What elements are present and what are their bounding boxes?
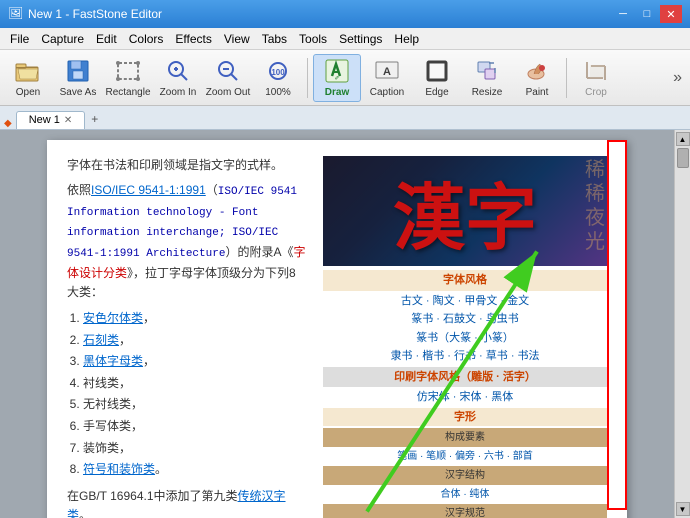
zoom-out-button[interactable]: Zoom Out xyxy=(204,54,252,102)
struct-header: 汉字结构 xyxy=(323,466,607,485)
scroll-thumb[interactable] xyxy=(677,148,689,168)
menu-view[interactable]: View xyxy=(218,30,256,48)
menu-settings[interactable]: Settings xyxy=(333,30,388,48)
toolbar: Open Save As Rectangle xyxy=(0,50,690,106)
zoom-100-button[interactable]: 100 100% xyxy=(254,54,302,102)
right-column: 稀稀夜光 漢字 字体风格 古文 · 陶文 · 甲骨文 · 金文 篆书 · 石鼓文… xyxy=(323,156,607,518)
intro-text: 字体在书法和印刷领域是指文字的式样。 xyxy=(67,156,307,175)
struct-items: 合体 · 纯体 xyxy=(323,487,607,502)
tab-close-icon[interactable]: ✕ xyxy=(64,115,72,126)
style-row3: 篆书（大篆 · 小篆） xyxy=(323,330,607,347)
menu-file[interactable]: File xyxy=(4,30,35,48)
shape-title: 字形 xyxy=(323,408,607,427)
scroll-down-button[interactable]: ▼ xyxy=(676,502,690,516)
hanzi-image: 稀稀夜光 漢字 xyxy=(323,156,607,266)
draw-button[interactable]: ✐ Draw xyxy=(313,54,361,102)
style-row1: 古文 · 陶文 · 甲骨文 · 金文 xyxy=(323,293,607,310)
zoom-in-button[interactable]: Zoom In xyxy=(154,54,202,102)
rectangle-button[interactable]: Rectangle xyxy=(104,54,152,102)
crop-button[interactable]: Crop xyxy=(572,54,620,102)
document: 字体在书法和印刷领域是指文字的式样。 依照ISO/IEC 9541-1:1991… xyxy=(47,140,627,518)
vertical-scrollbar[interactable]: ▲ ▼ xyxy=(674,130,690,518)
toolbar-overflow[interactable]: » xyxy=(669,69,686,87)
svg-text:100: 100 xyxy=(271,68,285,77)
compose-items: 笔画 · 笔顺 · 偏旁 · 六书 · 部首 xyxy=(323,449,607,464)
tab-diamond: ◆ xyxy=(4,118,12,129)
tab-label: New 1 xyxy=(29,114,60,126)
text-column: 字体在书法和印刷领域是指文字的式样。 依照ISO/IEC 9541-1:1991… xyxy=(67,156,307,518)
hanzi-panel: 字体风格 古文 · 陶文 · 甲骨文 · 金文 篆书 · 石鼓文 · 鸟虫书 篆… xyxy=(323,270,607,518)
open-button[interactable]: Open xyxy=(4,54,52,102)
menu-tools[interactable]: Tools xyxy=(293,30,333,48)
menu-edit[interactable]: Edit xyxy=(90,30,123,48)
edge-button[interactable]: Edge xyxy=(413,54,461,102)
resize-button[interactable]: Resize xyxy=(463,54,511,102)
maximize-button[interactable]: □ xyxy=(636,5,658,23)
svg-text:A: A xyxy=(383,66,391,78)
footer-text: 在GB/T 16964.1中添加了第九类传统汉字类。 xyxy=(67,487,307,518)
scroll-up-button[interactable]: ▲ xyxy=(676,132,690,146)
print-style-items: 仿宋体 · 宋体 · 黑体 xyxy=(323,389,607,406)
menu-bar: File Capture Edit Colors Effects View Ta… xyxy=(0,28,690,50)
style-row2: 篆书 · 石鼓文 · 鸟虫书 xyxy=(323,311,607,328)
tab-new1[interactable]: New 1 ✕ xyxy=(16,111,86,129)
tab-bar: ◆ New 1 ✕ + xyxy=(0,106,690,130)
doc-area[interactable]: 字体在书法和印刷领域是指文字的式样。 依照ISO/IEC 9541-1:1991… xyxy=(0,130,674,518)
tab-add-button[interactable]: + xyxy=(85,110,104,129)
title-bar: 🖼 New 1 - FastStone Editor ─ □ ✕ xyxy=(0,0,690,28)
app-icon: 🖼 xyxy=(8,6,24,22)
minimize-button[interactable]: ─ xyxy=(612,5,634,23)
menu-tabs[interactable]: Tabs xyxy=(256,30,293,48)
red-highlight-box xyxy=(607,140,627,510)
save-as-button[interactable]: Save As xyxy=(54,54,102,102)
main-content: 字体在书法和印刷领域是指文字的式样。 依照ISO/IEC 9541-1:1991… xyxy=(0,130,690,518)
paint-button[interactable]: Paint xyxy=(513,54,561,102)
close-button[interactable]: ✕ xyxy=(660,5,682,23)
menu-capture[interactable]: Capture xyxy=(35,30,90,48)
caption-button[interactable]: A Caption xyxy=(363,54,411,102)
para-text: 依照ISO/IEC 9541-1:1991（ISO/IEC 9541 Infor… xyxy=(67,181,307,302)
menu-colors[interactable]: Colors xyxy=(123,30,170,48)
style-title: 字体风格 xyxy=(323,270,607,291)
svg-text:✐: ✐ xyxy=(334,75,339,82)
list: 安色尔体类， 石刻类， 黑体字母类， 衬线类， 无衬线类， 手写体类， 装饰类，… xyxy=(83,308,307,481)
hanzi-main-char: 漢字 xyxy=(393,159,537,264)
menu-effects[interactable]: Effects xyxy=(169,30,217,48)
print-style-row: 印刷字体风格（雕版 · 活字） xyxy=(323,367,607,388)
menu-help[interactable]: Help xyxy=(388,30,425,48)
norm-header: 汉字规范 xyxy=(323,504,607,518)
compose-header: 构成要素 xyxy=(323,428,607,447)
style-row4: 隶书 · 楷书 · 行书 · 草书 · 书法 xyxy=(323,348,607,365)
window-title: New 1 - FastStone Editor xyxy=(28,7,162,21)
